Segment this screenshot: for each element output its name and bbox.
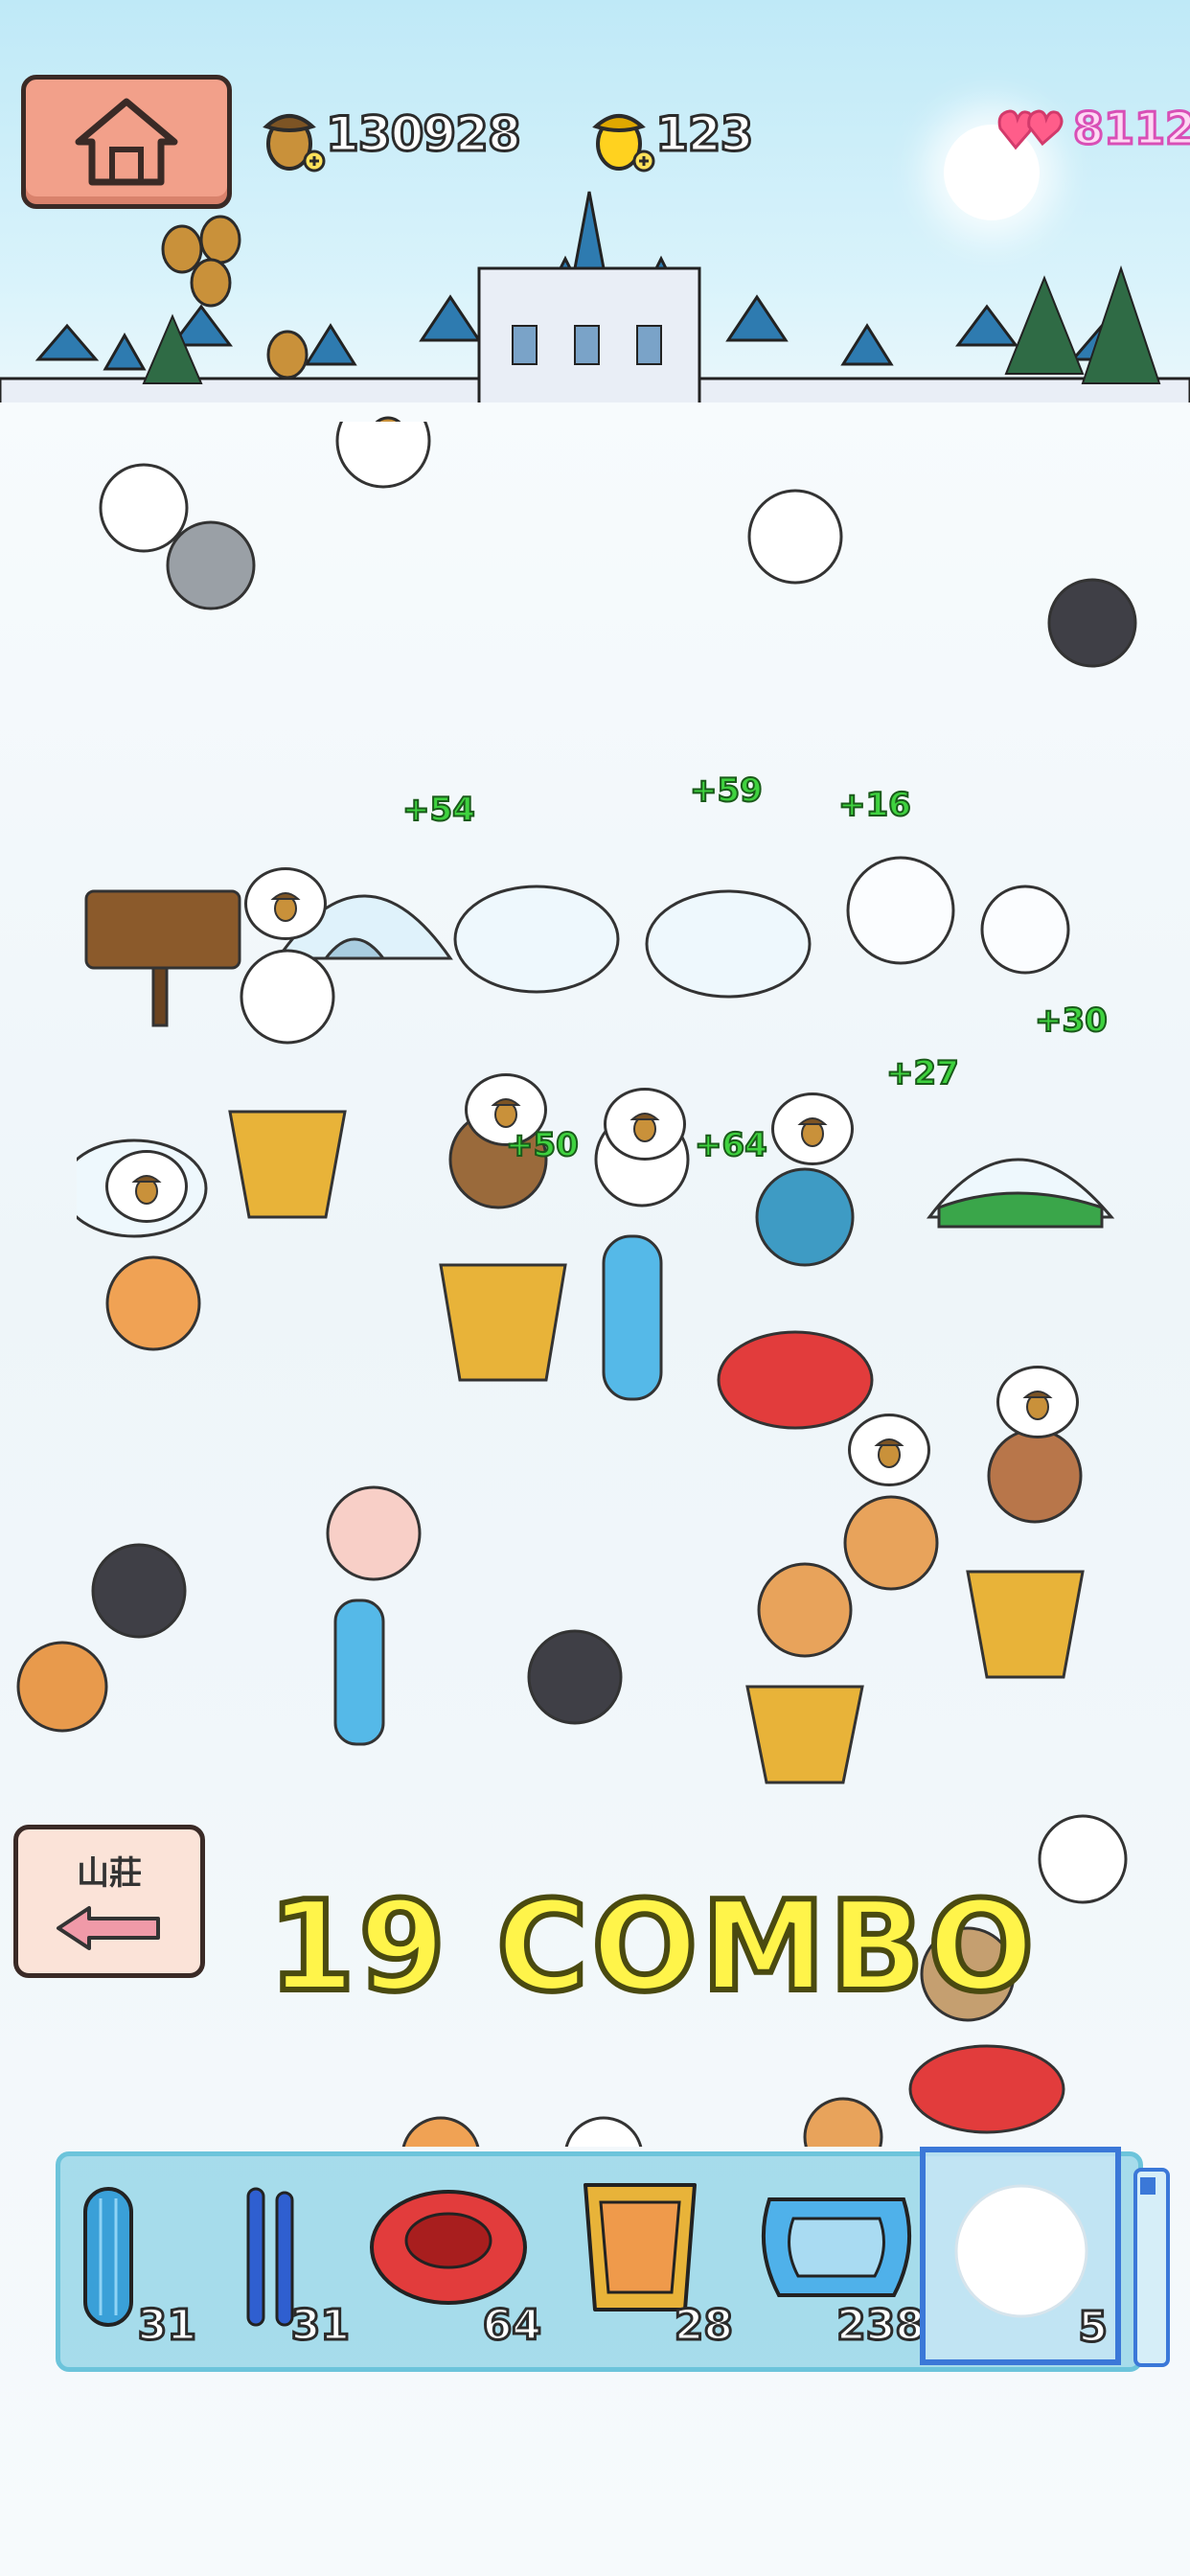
hearts-count: 81124 [1071, 102, 1190, 156]
acorn-icon [797, 1117, 828, 1147]
scrollbar-thumb[interactable] [1140, 2177, 1156, 2195]
item-slot-wooden-sled[interactable]: 28 [549, 2156, 741, 2358]
acorn-icon [263, 114, 326, 172]
gold-acorn-icon [592, 114, 655, 172]
item-count: 31 [289, 2300, 351, 2352]
house-icon [75, 98, 178, 186]
acorn-count: 130928 [325, 105, 523, 164]
item-count: 31 [136, 2300, 197, 2352]
reward-popup: +59 [689, 770, 764, 811]
acorn-icon [491, 1098, 521, 1128]
acorn-icon [1022, 1391, 1053, 1420]
thought-bubble[interactable] [604, 1088, 686, 1161]
back-button-label: 山莊 [77, 1854, 142, 1893]
item-slot-snowball-selected[interactable]: 5 [920, 2147, 1121, 2365]
item-slot-snowboard[interactable]: 31 [60, 2156, 204, 2358]
item-slot-skis[interactable]: 31 [204, 2156, 357, 2358]
game-scene[interactable]: 130928 123 81124 [0, 0, 1190, 2576]
lodge-back-button[interactable]: 山莊 [13, 1825, 205, 1978]
red-tube-icon [370, 2190, 527, 2305]
toolbar-scrollbar[interactable] [1133, 2168, 1170, 2367]
blue-tube-icon [761, 2197, 912, 2297]
item-count: 64 [481, 2300, 542, 2352]
reward-popup: +16 [837, 785, 912, 825]
home-button[interactable] [21, 75, 232, 209]
gold-acorn-counter[interactable]: 123 [588, 96, 755, 172]
reward-popup: +27 [885, 1053, 960, 1093]
thought-bubble[interactable] [848, 1414, 930, 1486]
item-slot-blue-tube[interactable]: 238 [741, 2156, 932, 2358]
reward-popup: +30 [1034, 1000, 1109, 1041]
acorn-icon [629, 1113, 660, 1142]
acorn-counter[interactable]: 130928 [259, 96, 523, 172]
sled-icon [584, 2183, 697, 2312]
hearts-icon [997, 109, 1064, 150]
item-count: 5 [1077, 2302, 1110, 2354]
snowball-icon [954, 2184, 1088, 2318]
reward-popup: +54 [401, 790, 476, 830]
gold-acorn-count: 123 [653, 105, 754, 164]
acorn-icon [270, 892, 301, 922]
item-count: 28 [673, 2300, 734, 2352]
reward-popup: +50 [505, 1125, 580, 1165]
hearts-counter[interactable]: 81124 [996, 100, 1190, 157]
acorn-icon [874, 1438, 904, 1468]
combo-counter: 19 COMBO [265, 1871, 1039, 2022]
thought-bubble[interactable] [996, 1366, 1079, 1438]
thought-bubble[interactable] [105, 1150, 188, 1223]
item-slot-red-tube[interactable]: 64 [357, 2156, 549, 2358]
arrow-left-icon [57, 1906, 160, 1950]
acorn-icon [131, 1175, 162, 1205]
item-count: 238 [835, 2300, 927, 2352]
snowboard-icon [83, 2187, 133, 2327]
reward-popup: +64 [694, 1125, 768, 1165]
thought-bubble[interactable] [771, 1092, 854, 1165]
thought-bubble[interactable] [244, 867, 327, 940]
